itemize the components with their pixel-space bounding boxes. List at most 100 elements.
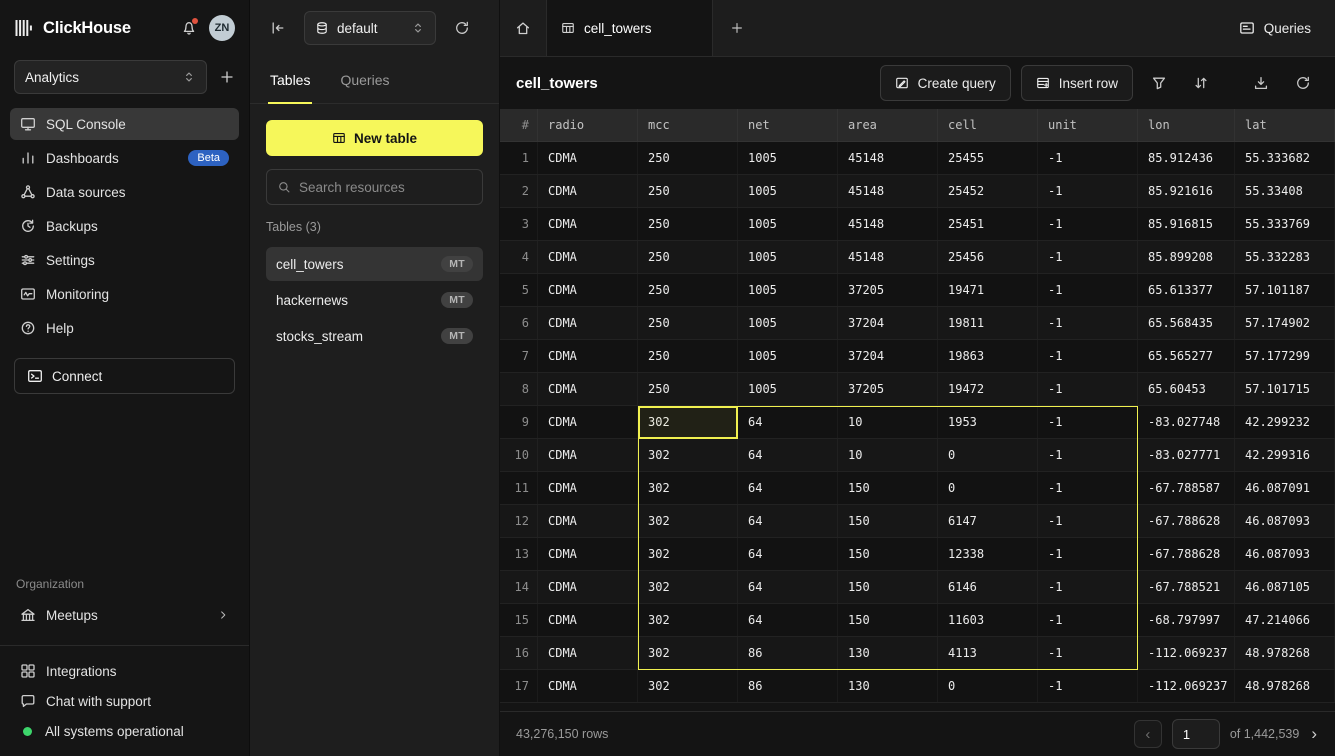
table-cell[interactable]: CDMA — [538, 670, 638, 702]
search-input[interactable] — [299, 180, 472, 195]
table-cell[interactable]: 302 — [638, 637, 738, 669]
table-cell[interactable]: 25451 — [938, 208, 1038, 240]
new-tab-button[interactable] — [713, 0, 761, 56]
filter-button[interactable] — [1143, 67, 1175, 99]
table-cell[interactable]: 302 — [638, 406, 738, 438]
table-cell[interactable]: -1 — [1038, 571, 1138, 603]
table-cell[interactable]: CDMA — [538, 175, 638, 207]
row-number[interactable]: 17 — [508, 670, 538, 702]
table-cell[interactable]: 55.333682 — [1235, 142, 1335, 174]
table-cell[interactable]: 250 — [638, 274, 738, 306]
home-button[interactable] — [500, 0, 547, 56]
table-cell[interactable]: -1 — [1038, 142, 1138, 174]
table-cell[interactable]: 302 — [638, 505, 738, 537]
table-cell[interactable]: 47.214066 — [1235, 604, 1335, 636]
table-cell[interactable]: -1 — [1038, 670, 1138, 702]
table-cell[interactable]: 302 — [638, 439, 738, 471]
table-cell[interactable]: 37204 — [838, 307, 938, 339]
table-cell[interactable]: 37205 — [838, 373, 938, 405]
table-cell[interactable]: 25456 — [938, 241, 1038, 273]
table-cell[interactable]: -1 — [1038, 538, 1138, 570]
table-cell[interactable]: 55.33408 — [1235, 175, 1335, 207]
row-number[interactable]: 10 — [508, 439, 538, 471]
table-cell[interactable]: 42.299316 — [1235, 439, 1335, 471]
table-cell[interactable]: 46.087093 — [1235, 538, 1335, 570]
table-cell[interactable]: CDMA — [538, 538, 638, 570]
table-cell[interactable]: 1005 — [738, 340, 838, 372]
table-cell[interactable]: -1 — [1038, 373, 1138, 405]
row-number[interactable]: 1 — [508, 142, 538, 174]
row-number[interactable]: 5 — [508, 274, 538, 306]
table-cell[interactable]: 85.912436 — [1138, 142, 1235, 174]
table-cell[interactable]: 64 — [738, 406, 838, 438]
table-cell[interactable]: -112.069237 — [1138, 670, 1235, 702]
table-cell[interactable]: 85.916815 — [1138, 208, 1235, 240]
table-cell[interactable]: 1005 — [738, 274, 838, 306]
table-cell[interactable]: 64 — [738, 439, 838, 471]
table-cell[interactable]: 6146 — [938, 571, 1038, 603]
table-cell[interactable]: 48.978268 — [1235, 670, 1335, 702]
table-cell[interactable]: 4113 — [938, 637, 1038, 669]
row-number[interactable]: 15 — [508, 604, 538, 636]
table-cell[interactable]: -1 — [1038, 274, 1138, 306]
table-cell[interactable]: 65.613377 — [1138, 274, 1235, 306]
table-cell[interactable]: CDMA — [538, 241, 638, 273]
table-cell[interactable]: -83.027771 — [1138, 439, 1235, 471]
column-header-lat[interactable]: lat — [1235, 109, 1335, 141]
row-number[interactable]: 16 — [508, 637, 538, 669]
insert-row-button[interactable]: Insert row — [1021, 65, 1133, 101]
table-cell[interactable]: 46.087091 — [1235, 472, 1335, 504]
table-cell[interactable]: -1 — [1038, 406, 1138, 438]
table-cell[interactable]: -1 — [1038, 439, 1138, 471]
table-cell[interactable]: 250 — [638, 142, 738, 174]
table-cell[interactable]: -1 — [1038, 604, 1138, 636]
table-cell[interactable]: 0 — [938, 472, 1038, 504]
column-header-net[interactable]: net — [738, 109, 838, 141]
table-cell[interactable]: 130 — [838, 670, 938, 702]
add-service-button[interactable] — [219, 69, 235, 85]
table-cell[interactable]: 86 — [738, 670, 838, 702]
table-cell[interactable]: 65.565277 — [1138, 340, 1235, 372]
table-cell[interactable]: -1 — [1038, 340, 1138, 372]
table-cell[interactable]: 19471 — [938, 274, 1038, 306]
sidebar-item-help[interactable]: Help — [10, 312, 239, 344]
table-cell[interactable]: 57.101187 — [1235, 274, 1335, 306]
row-number[interactable]: 13 — [508, 538, 538, 570]
table-cell[interactable]: CDMA — [538, 406, 638, 438]
table-cell[interactable]: 250 — [638, 340, 738, 372]
refresh-data-button[interactable] — [1287, 67, 1319, 99]
table-cell[interactable]: 250 — [638, 175, 738, 207]
table-cell[interactable]: 55.332283 — [1235, 241, 1335, 273]
column-header-mcc[interactable]: mcc — [638, 109, 738, 141]
table-cell[interactable]: 302 — [638, 571, 738, 603]
table-cell[interactable]: 150 — [838, 604, 938, 636]
table-cell[interactable]: CDMA — [538, 472, 638, 504]
table-cell[interactable]: 45148 — [838, 208, 938, 240]
table-cell[interactable]: -67.788628 — [1138, 505, 1235, 537]
column-header-area[interactable]: area — [838, 109, 938, 141]
sidebar-item-data-sources[interactable]: Data sources — [10, 176, 239, 208]
table-cell[interactable]: CDMA — [538, 208, 638, 240]
table-cell[interactable]: 10 — [838, 406, 938, 438]
tab-cell-towers[interactable]: cell_towers — [547, 0, 713, 56]
table-item-hackernews[interactable]: hackernewsMT — [266, 283, 483, 317]
table-cell[interactable]: 86 — [738, 637, 838, 669]
table-cell[interactable]: 45148 — [838, 175, 938, 207]
table-cell[interactable]: 11603 — [938, 604, 1038, 636]
column-header-lon[interactable]: lon — [1138, 109, 1235, 141]
table-cell[interactable]: 150 — [838, 571, 938, 603]
search-box[interactable] — [266, 169, 483, 205]
sidebar-item-integrations[interactable]: Integrations — [10, 656, 239, 686]
table-cell[interactable]: 150 — [838, 505, 938, 537]
queries-button[interactable]: Queries — [1215, 0, 1335, 56]
table-cell[interactable]: -1 — [1038, 505, 1138, 537]
sidebar-item-chat-with-support[interactable]: Chat with support — [10, 686, 239, 716]
table-cell[interactable]: -1 — [1038, 208, 1138, 240]
refresh-tables-button[interactable] — [446, 12, 478, 44]
table-cell[interactable]: 46.087105 — [1235, 571, 1335, 603]
table-cell[interactable]: 46.087093 — [1235, 505, 1335, 537]
column-header-unit[interactable]: unit — [1038, 109, 1138, 141]
table-cell[interactable]: CDMA — [538, 373, 638, 405]
table-cell[interactable]: 250 — [638, 208, 738, 240]
table-cell[interactable]: 19863 — [938, 340, 1038, 372]
